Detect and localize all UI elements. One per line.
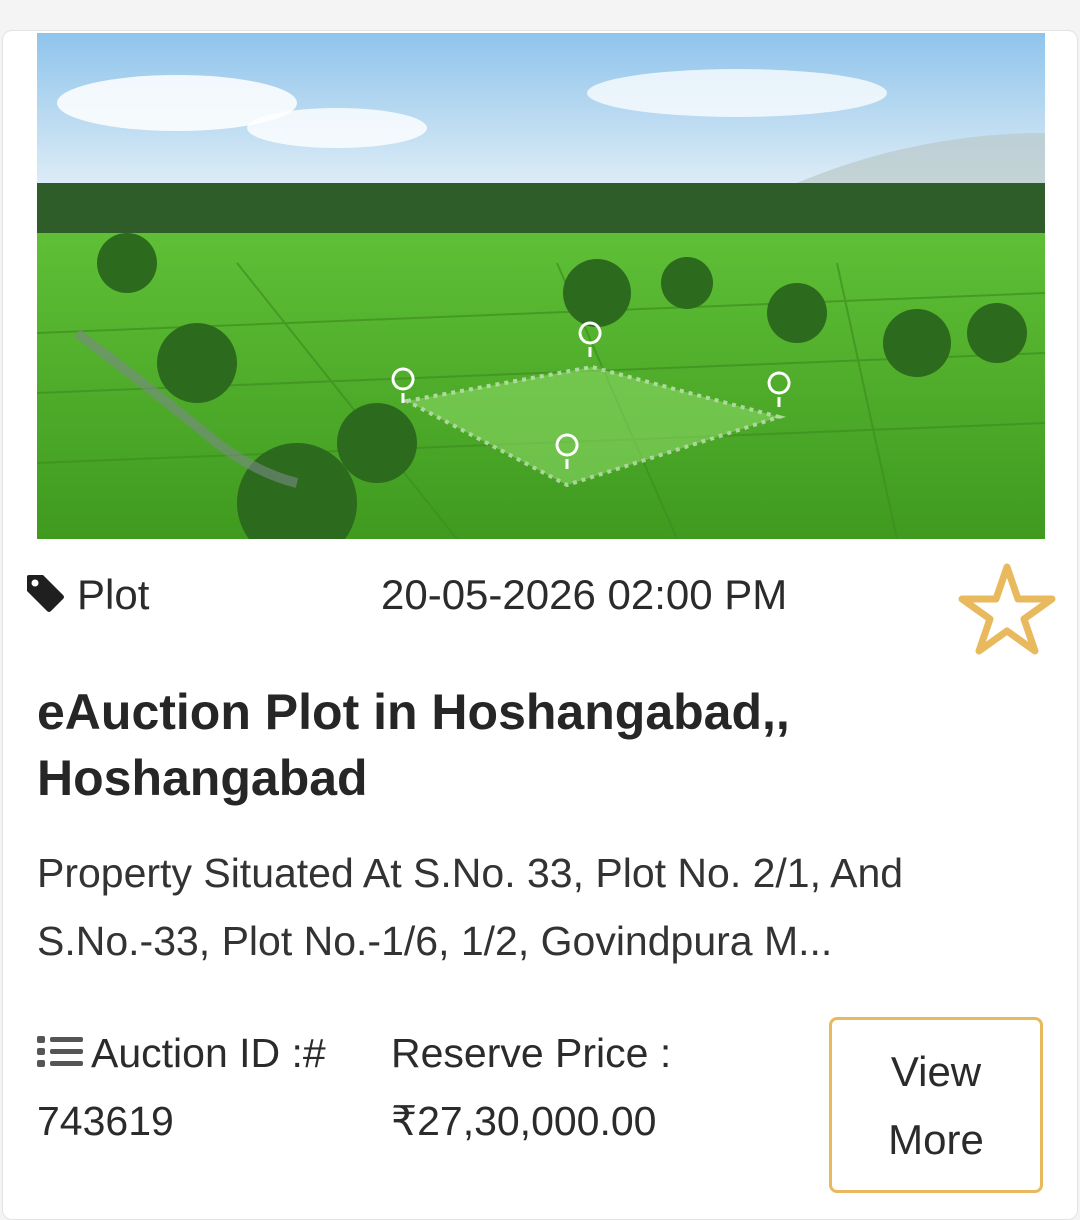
auction-id-value: 743619 (37, 1098, 174, 1144)
listing-description: Property Situated At S.No. 33, Plot No. … (37, 850, 904, 964)
listing-title[interactable]: eAuction Plot in Hoshangabad,, Hoshangab… (37, 679, 1017, 811)
listing-meta-row: Plot 20-05-2026 02:00 PM (25, 561, 1056, 655)
list-icon (37, 1036, 83, 1067)
view-more-button[interactable]: View More (829, 1017, 1043, 1193)
listing-card[interactable]: Plot 20-05-2026 02:00 PM eAuction Plot i… (2, 30, 1078, 1220)
category-label: Plot (77, 571, 150, 618)
auction-id-block: Auction ID :# 743619 (37, 1019, 367, 1155)
auction-datetime: 20-05-2026 02:00 PM (381, 571, 788, 618)
star-outline-icon[interactable] (957, 561, 1057, 657)
reserve-price-block: Reserve Price : ₹27,30,000.00 (391, 1019, 771, 1155)
reserve-price-value: ₹27,30,000.00 (391, 1098, 657, 1144)
property-image[interactable] (37, 33, 1045, 539)
reserve-price-label: Reserve Price : (391, 1030, 672, 1076)
tag-icon (27, 575, 64, 612)
auction-id-label: Auction ID :# (91, 1030, 326, 1076)
